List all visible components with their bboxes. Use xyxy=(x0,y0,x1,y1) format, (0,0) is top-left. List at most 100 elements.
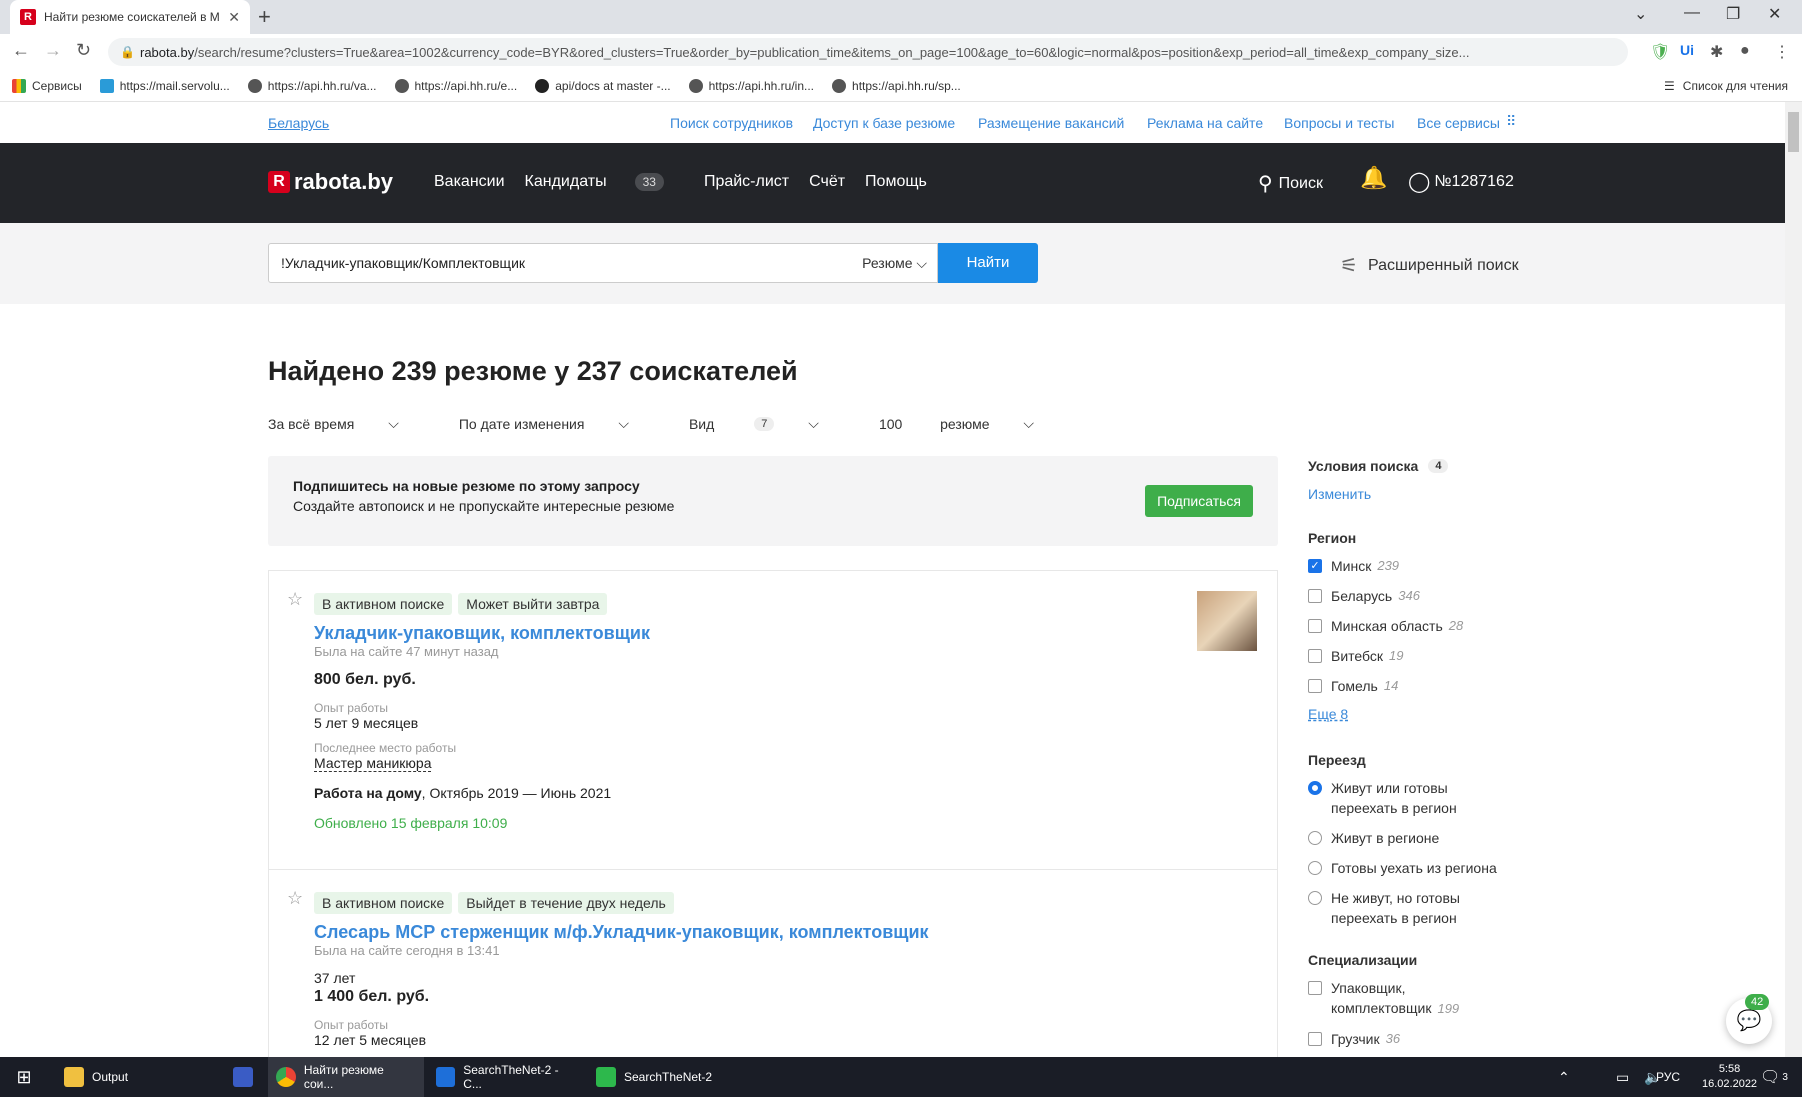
taskbar-item[interactable]: Output xyxy=(56,1057,216,1097)
last-job-value[interactable]: Мастер маникюра xyxy=(314,755,432,772)
address-bar[interactable]: 🔒 rabota.by/search/resume?clusters=True&… xyxy=(108,38,1628,66)
bell-icon[interactable]: 🔔 xyxy=(1360,165,1387,191)
scrollbar-thumb[interactable] xyxy=(1788,112,1799,152)
resume-title-link[interactable]: Укладчик-упаковщик, комплектовщик xyxy=(314,623,650,644)
nav-account[interactable]: Счёт xyxy=(809,173,845,191)
reload-icon[interactable]: ↻ xyxy=(76,40,91,61)
taskbar-label: Output xyxy=(92,1070,129,1084)
topnav-link[interactable]: Поиск сотрудников xyxy=(670,115,793,131)
close-window-icon[interactable]: ✕ xyxy=(1768,4,1781,24)
checkbox-icon[interactable] xyxy=(1308,1032,1322,1046)
bookmark-item[interactable]: https://api.hh.ru/e... xyxy=(394,78,517,93)
radio-icon[interactable] xyxy=(1308,891,1322,905)
extension-ui-icon[interactable]: Ui xyxy=(1680,42,1694,58)
region-option[interactable]: Беларусь 346 xyxy=(1308,586,1568,606)
restore-icon[interactable]: ❐ xyxy=(1726,4,1740,24)
region-count: 28 xyxy=(1448,618,1464,633)
back-icon[interactable]: ← xyxy=(12,40,30,61)
advanced-search-link[interactable]: ⚟ Расширенный поиск xyxy=(1340,253,1519,278)
browser-tab[interactable]: R Найти резюме соискателей в М ✕ xyxy=(10,0,250,34)
resume-title-link[interactable]: Слесарь МСР стерженщик м/ф.Укладчик-упак… xyxy=(314,922,929,943)
radio-selected-icon[interactable] xyxy=(1308,781,1322,795)
app-icon xyxy=(596,1067,616,1087)
checkbox-icon[interactable] xyxy=(1308,649,1322,663)
topnav-link[interactable]: Реклама на сайте xyxy=(1147,115,1263,131)
nav-help[interactable]: Помощь xyxy=(865,173,927,191)
per-page-count: 100 xyxy=(878,415,903,432)
per-page-filter[interactable]: 100 резюме ⌵ xyxy=(879,415,1064,432)
reading-list[interactable]: ☰ Список для чтения xyxy=(1664,70,1788,102)
checkbox-icon[interactable] xyxy=(1308,619,1322,633)
url-path: /search/resume?clusters=True&area=1002&c… xyxy=(194,44,1470,60)
view-filter[interactable]: Вид 7 ⌵ xyxy=(689,415,849,432)
site-top-nav: Беларусь Поиск сотрудников Доступ к базе… xyxy=(0,102,1782,143)
topnav-link[interactable]: Доступ к базе резюме xyxy=(813,115,955,131)
spec-option[interactable]: Упаковщик, комплектовщик 199 xyxy=(1308,978,1508,1019)
checkbox-icon[interactable] xyxy=(1308,679,1322,693)
topnav-link[interactable]: Вопросы и тесты xyxy=(1284,115,1394,131)
candidates-count-badge: 33 xyxy=(634,173,664,191)
region-option[interactable]: Витебск 19 xyxy=(1308,646,1568,666)
sort-filter[interactable]: По дате изменения ⌵ xyxy=(459,415,659,432)
relocation-option[interactable]: Не живут, но готовы переехать в регион xyxy=(1308,888,1498,928)
radio-icon[interactable] xyxy=(1308,831,1322,845)
bookmark-item[interactable]: https://api.hh.ru/va... xyxy=(247,78,377,93)
menu-dots-icon[interactable]: ⋮ xyxy=(1774,42,1790,62)
relocation-option[interactable]: Живут в регионе xyxy=(1308,828,1568,848)
region-option[interactable]: Минская область 28 xyxy=(1308,616,1568,636)
close-tab-icon[interactable]: ✕ xyxy=(228,9,240,26)
header-search-button[interactable]: ⚲ Поиск xyxy=(1258,171,1323,196)
profile-icon[interactable]: ● xyxy=(1740,42,1750,60)
bookmark-item[interactable]: Сервисы xyxy=(12,78,82,93)
more-regions-link[interactable]: Еще 8 xyxy=(1308,706,1568,722)
network-icon[interactable]: ▭ xyxy=(1608,1057,1637,1097)
search-input[interactable]: !Укладчик-упаковщик/Комплектовщик Резюме… xyxy=(268,243,938,283)
star-icon[interactable]: ☆ xyxy=(287,888,303,909)
radio-icon[interactable] xyxy=(1308,861,1322,875)
change-link[interactable]: Изменить xyxy=(1308,486,1568,502)
scrollbar[interactable] xyxy=(1785,102,1802,1057)
all-services-link[interactable]: Все сервисы xyxy=(1417,115,1500,131)
tab-search-icon[interactable]: ⌄ xyxy=(1634,4,1647,24)
checkbox-icon[interactable] xyxy=(1308,981,1322,995)
period-filter[interactable]: За всё время ⌵ xyxy=(268,415,429,432)
spec-option[interactable]: Грузчик 36 xyxy=(1308,1029,1568,1049)
checkbox-icon[interactable] xyxy=(1308,589,1322,603)
extensions-puzzle-icon[interactable]: ✱ xyxy=(1710,42,1723,62)
avatar[interactable] xyxy=(1197,591,1257,651)
topnav-link[interactable]: Размещение вакансий xyxy=(978,115,1124,131)
nav-candidates[interactable]: Кандидаты 33 xyxy=(525,173,684,191)
search-icon: ⚲ xyxy=(1258,173,1273,195)
bookmark-item[interactable]: api/docs at master -... xyxy=(535,78,671,93)
region-option[interactable]: ✓ Минск 239 xyxy=(1308,556,1568,576)
tray-chevron-icon[interactable]: ⌃ xyxy=(1550,1057,1578,1097)
extension-shield-icon[interactable]: 🛡 xyxy=(1650,42,1670,62)
lang-indicator[interactable]: РУС xyxy=(1648,1057,1688,1097)
nav-vacancies[interactable]: Вакансии xyxy=(434,173,505,191)
taskbar-item[interactable] xyxy=(220,1057,266,1097)
account-menu[interactable]: ◯ №1287162 xyxy=(1408,169,1514,194)
taskbar-item[interactable]: SearchTheNet-2 - C... xyxy=(428,1057,584,1097)
new-tab-icon[interactable]: + xyxy=(258,4,271,30)
checkbox-checked-icon[interactable]: ✓ xyxy=(1308,559,1322,573)
bookmark-item[interactable]: https://mail.servolu... xyxy=(99,78,230,93)
windows-start-icon[interactable]: ⊞ xyxy=(0,1057,48,1097)
relocation-option[interactable]: Живут или готовы переехать в регион xyxy=(1308,778,1508,818)
region-link[interactable]: Беларусь xyxy=(268,115,329,131)
bookmark-item[interactable]: https://api.hh.ru/sp... xyxy=(832,78,961,93)
nav-pricelist[interactable]: Прайс-лист xyxy=(704,173,789,191)
region-option[interactable]: Гомель 14 xyxy=(1308,676,1568,696)
job-period: , Октябрь 2019 — Июнь 2021 xyxy=(421,785,612,801)
taskbar-item[interactable]: Найти резюме сои... xyxy=(268,1057,424,1097)
taskbar-item[interactable]: SearchTheNet-2 xyxy=(588,1057,744,1097)
bookmark-item[interactable]: https://api.hh.ru/in... xyxy=(688,78,814,93)
notifications-icon[interactable]: 🗨 3 xyxy=(1752,1057,1796,1097)
minimize-icon[interactable]: — xyxy=(1684,4,1700,22)
site-logo[interactable]: Rrabota.by xyxy=(268,169,393,195)
subscribe-button[interactable]: Подписаться xyxy=(1145,485,1253,517)
relocation-option[interactable]: Готовы уехать из региона xyxy=(1308,858,1568,878)
forward-icon[interactable]: → xyxy=(44,40,62,61)
search-type-select[interactable]: Резюме ⌵ xyxy=(862,255,927,272)
star-icon[interactable]: ☆ xyxy=(287,589,303,610)
find-button[interactable]: Найти xyxy=(938,243,1038,283)
